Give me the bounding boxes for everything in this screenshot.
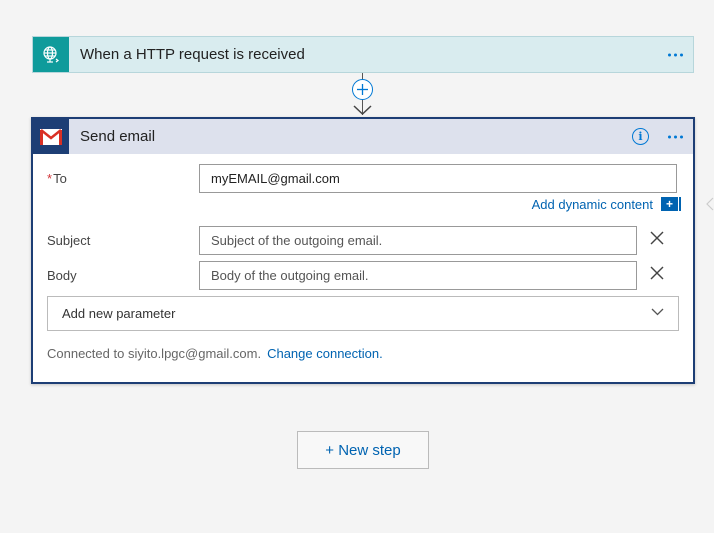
arrow-down-icon — [353, 105, 372, 116]
change-connection-link[interactable]: Change connection. — [267, 346, 383, 361]
send-email-card: Send email i *To myEMAIL@gmail.com Add d… — [31, 117, 695, 384]
gmail-icon — [33, 119, 69, 154]
body-field[interactable] — [199, 261, 637, 290]
to-field[interactable]: myEMAIL@gmail.com — [199, 164, 677, 193]
add-new-parameter-label: Add new parameter — [62, 306, 176, 321]
action-more-options-button[interactable] — [668, 135, 683, 138]
clear-subject-icon[interactable] — [649, 230, 665, 246]
add-dynamic-content-link[interactable]: Add dynamic content — [532, 197, 653, 212]
action-title: Send email — [80, 128, 156, 145]
clear-body-icon[interactable] — [649, 265, 665, 281]
to-label-text: To — [53, 171, 67, 186]
action-header[interactable]: Send email i — [33, 119, 693, 154]
add-new-parameter-dropdown[interactable]: Add new parameter — [47, 296, 679, 331]
subject-label: Subject — [47, 233, 91, 248]
body-label: Body — [47, 268, 77, 283]
chevron-down-icon — [651, 308, 664, 316]
panel-edge-chevron-icon — [706, 197, 714, 211]
trigger-title: When a HTTP request is received — [80, 46, 305, 63]
plus-icon — [357, 84, 368, 95]
trigger-card[interactable]: When a HTTP request is received — [32, 36, 694, 73]
connection-text: Connected to siyito.lpgc@gmail.com. — [47, 346, 262, 361]
trigger-more-options-button[interactable] — [668, 53, 683, 56]
required-mark: * — [47, 171, 53, 186]
new-step-button[interactable]: + New step — [297, 431, 429, 469]
add-dynamic-content-plus-icon[interactable]: + — [661, 197, 681, 211]
info-icon[interactable]: i — [632, 128, 649, 145]
to-label: *To — [47, 171, 67, 186]
globe-request-icon — [33, 37, 69, 72]
connection-info: Connected to siyito.lpgc@gmail.com. Chang… — [47, 346, 383, 361]
subject-field[interactable] — [199, 226, 637, 255]
insert-step-button[interactable] — [352, 79, 373, 100]
